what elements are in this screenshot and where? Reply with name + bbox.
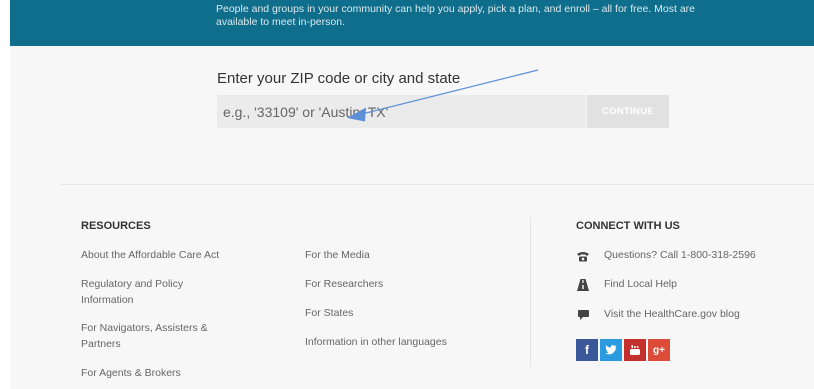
link-for-media[interactable]: For the Media — [305, 247, 505, 263]
link-regulatory-policy[interactable]: Regulatory and Policy Information — [81, 276, 216, 308]
footer-divider — [60, 184, 814, 185]
link-about-aca[interactable]: About the Affordable Care Act — [81, 247, 271, 263]
continue-button[interactable]: CONTINUE — [587, 95, 669, 128]
road-icon — [574, 277, 592, 293]
youtube-icon[interactable] — [624, 339, 646, 361]
zip-input[interactable] — [217, 95, 586, 128]
link-navigators-assisters[interactable]: For Navigators, Assisters & Partners — [81, 320, 231, 352]
twitter-icon[interactable] — [600, 339, 622, 361]
link-find-local-help[interactable]: Find Local Help — [604, 276, 804, 292]
zip-label: Enter your ZIP code or city and state — [217, 70, 461, 87]
link-for-states[interactable]: For States — [305, 305, 505, 321]
connect-heading: CONNECT WITH US — [576, 220, 680, 232]
info-banner: People and groups in your community can … — [10, 0, 814, 46]
comment-icon — [574, 307, 592, 323]
phone-icon — [574, 248, 592, 264]
link-for-researchers[interactable]: For Researchers — [305, 276, 505, 292]
resources-heading: RESOURCES — [81, 220, 151, 232]
link-call-number[interactable]: Questions? Call 1-800-318-2596 — [604, 247, 804, 263]
link-agents-brokers[interactable]: For Agents & Brokers — [81, 365, 271, 381]
footer-column-divider — [530, 217, 531, 367]
link-blog[interactable]: Visit the HealthCare.gov blog — [604, 306, 804, 322]
facebook-icon[interactable]: f — [576, 339, 598, 361]
banner-text: People and groups in your community can … — [216, 3, 695, 28]
google-plus-icon[interactable]: g+ — [648, 339, 670, 361]
link-other-languages[interactable]: Information in other languages — [305, 334, 505, 350]
